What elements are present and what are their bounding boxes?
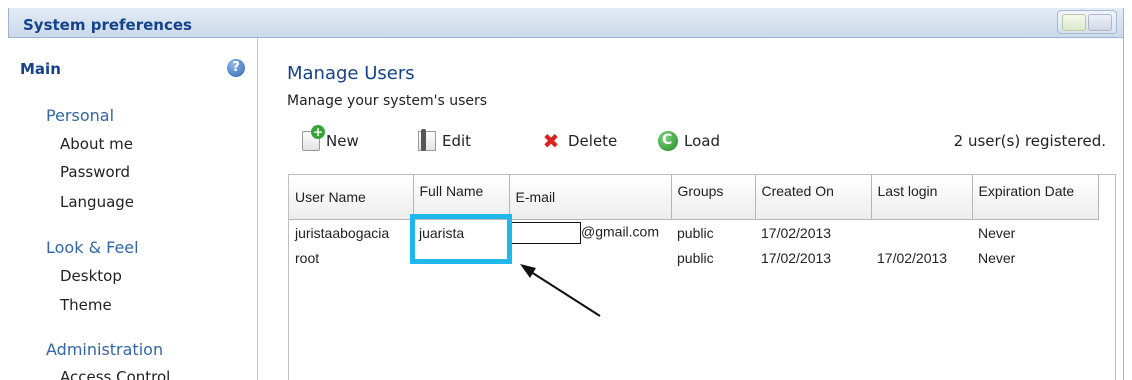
sidebar-main-label: Main (20, 60, 61, 78)
sidebar-item-access-control[interactable]: Access Control (60, 368, 170, 380)
cell-expiration-date: Never (972, 219, 1098, 246)
cell-created-on: 17/02/2013 (755, 246, 871, 270)
help-icon[interactable]: ? (227, 59, 245, 77)
sidebar-item-password[interactable]: Password (60, 163, 130, 181)
users-grid: User Name Full Name E-mail Groups Create… (288, 174, 1116, 380)
red-x-icon: ✖ (542, 129, 560, 153)
maximize-button[interactable] (1088, 14, 1112, 31)
column-header-expiration-date[interactable]: Expiration Date (972, 175, 1099, 220)
window-title: System preferences (23, 16, 192, 34)
cell-user-name: juristaabogacia (289, 219, 413, 246)
section-administration: Administration (46, 340, 164, 359)
column-header-last-login[interactable]: Last login (871, 175, 973, 220)
grid-header-row: User Name Full Name E-mail Groups Create… (289, 175, 1099, 220)
column-header-user-name[interactable]: User Name (289, 175, 414, 220)
section-personal: Personal (46, 106, 115, 125)
load-button[interactable]: Load (658, 128, 720, 154)
section-look-feel: Look & Feel (46, 238, 139, 257)
cell-email-text: @gmail.com (581, 223, 660, 240)
sidebar-item-language[interactable]: Language (60, 193, 134, 211)
sidebar-item-theme[interactable]: Theme (60, 296, 112, 314)
cell-email (509, 246, 671, 270)
reload-icon (658, 131, 678, 151)
cell-user-name: root (289, 246, 413, 270)
sidebar: Main ? Personal About me Password Langua… (8, 38, 258, 380)
page-subtitle: Manage your system's users (287, 93, 488, 109)
delete-label: Delete (568, 132, 618, 150)
edit-icon (418, 129, 436, 151)
annotation-highlight-box (410, 214, 512, 264)
sidebar-item-about-me[interactable]: About me (60, 135, 133, 153)
new-label: New (326, 132, 359, 150)
redaction-box (509, 221, 581, 244)
page-title: Manage Users (287, 63, 415, 84)
new-document-icon: + (302, 125, 325, 151)
title-bar: System preferences (9, 8, 1123, 38)
cell-last-login (871, 219, 972, 246)
cell-expiration-date: Never (972, 246, 1098, 270)
column-header-full-name[interactable]: Full Name (413, 175, 510, 220)
cell-created-on: 17/02/2013 (755, 219, 871, 246)
edit-label: Edit (442, 132, 472, 150)
column-header-groups[interactable]: Groups (671, 175, 756, 220)
load-label: Load (684, 132, 720, 150)
edit-button[interactable]: Edit (418, 128, 471, 154)
cell-last-login: 17/02/2013 (871, 246, 972, 270)
cell-groups: public (671, 219, 755, 246)
column-header-email[interactable]: E-mail (509, 175, 672, 220)
new-button[interactable]: + New (302, 125, 359, 154)
delete-button[interactable]: ✖ Delete (540, 128, 618, 154)
window-controls (1057, 10, 1117, 34)
cell-groups: public (671, 246, 755, 270)
users-count: 2 user(s) registered. (953, 132, 1106, 150)
column-header-created-on[interactable]: Created On (755, 175, 872, 220)
main-content: Manage Users Manage your system's users … (268, 38, 1124, 380)
minimize-button[interactable] (1062, 14, 1086, 31)
sidebar-item-desktop[interactable]: Desktop (60, 267, 122, 285)
cell-email: @gmail.com (509, 219, 671, 246)
